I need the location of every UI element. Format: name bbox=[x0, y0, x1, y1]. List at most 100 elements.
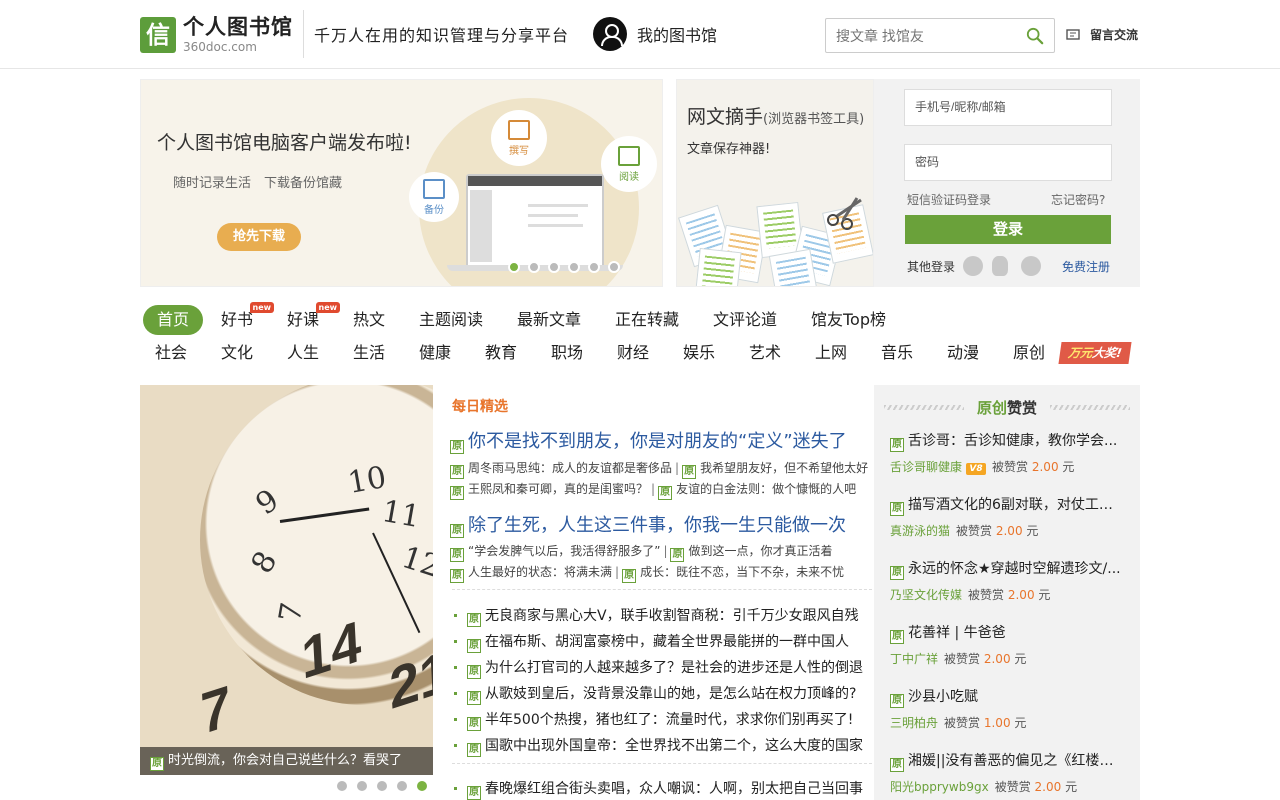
forgot-password-link[interactable]: 忘记密码? bbox=[1051, 191, 1105, 208]
original-badge: 原 bbox=[622, 569, 637, 583]
related-link[interactable]: 成长：既往不恋，当下不杂，未来不忧 bbox=[640, 565, 844, 579]
tool-title-note: (浏览器书签工具) bbox=[763, 112, 865, 127]
daily-picks-label: 每日精选 bbox=[452, 399, 508, 415]
headline-article[interactable]: 原你不是找不到朋友，你是对朋友的“定义”迷失了 bbox=[450, 427, 847, 454]
client-download-banner[interactable]: 个人图书馆电脑客户端发布啦! 随时记录生活 下载备份馆藏 抢先下载 撰写 阅读 … bbox=[140, 79, 663, 287]
site-header: 信 个人图书馆 360doc.com 千万人在用的知识管理与分享平台 我的图书馆… bbox=[0, 0, 1280, 69]
password-input[interactable]: 密码 bbox=[904, 144, 1112, 181]
nav-category[interactable]: 艺术 bbox=[749, 338, 781, 368]
my-library-link[interactable]: 我的图书馆 bbox=[593, 17, 717, 51]
search-input[interactable] bbox=[826, 19, 1016, 52]
carousel-dot[interactable] bbox=[337, 781, 347, 791]
list-item[interactable]: 原从歌妓到皇后，没背景没靠山的她，是怎么站在权力顶峰的? bbox=[454, 683, 870, 705]
carousel-dot[interactable] bbox=[397, 781, 407, 791]
headline-article[interactable]: 原除了生死，人生这三件事，你我一生只能做一次 bbox=[450, 511, 846, 538]
related-link[interactable]: 王熙凤和秦可卿，真的是闺蜜吗？ bbox=[468, 482, 648, 496]
weibo-icon[interactable] bbox=[1021, 256, 1041, 276]
nav-category[interactable]: 财经 bbox=[617, 338, 649, 368]
account-input[interactable]: 手机号/昵称/邮箱 bbox=[904, 89, 1112, 126]
nav-category[interactable]: 健康 bbox=[419, 338, 451, 368]
related-link[interactable]: 我希望朋友好，但不希望他太好 bbox=[700, 461, 868, 475]
list-item[interactable]: 原半年500个热搜，猪也红了：流量时代，求求你们别再买了! bbox=[454, 709, 870, 731]
carousel-dot[interactable] bbox=[588, 261, 600, 273]
list-item[interactable]: 原在福布斯、胡润富豪榜中，藏着全世界最能拼的一群中国人 bbox=[454, 631, 870, 653]
new-badge: new bbox=[315, 302, 341, 313]
carousel-dot[interactable] bbox=[377, 781, 387, 791]
author-link[interactable]: 三明柏舟 bbox=[890, 716, 938, 730]
carousel-dot[interactable] bbox=[417, 781, 427, 791]
nav-category[interactable]: 动漫 bbox=[947, 338, 979, 368]
author-link[interactable]: 真游泳的猫 bbox=[890, 524, 950, 538]
download-button[interactable]: 抢先下载 bbox=[217, 223, 301, 251]
reward-item[interactable]: 原湘媛||没有善恶的偏见之《红楼梦... 阳光bpprywb9gx 被赞赏 2.0… bbox=[890, 750, 1126, 795]
original-badge: 原 bbox=[890, 566, 904, 580]
related-link[interactable]: 人生最好的状态：将满未满 bbox=[468, 565, 612, 579]
reward-item[interactable]: 原花善祥 | 牛爸爸 丁中广祥 被赞赏 2.00 元 bbox=[890, 622, 1126, 667]
nav-category[interactable]: 音乐 bbox=[881, 338, 913, 368]
reward-item[interactable]: 原沙县小吃赋 三明柏舟 被赞赏 1.00 元 bbox=[890, 686, 1126, 731]
nav-reviews[interactable]: 文评论道 bbox=[713, 305, 777, 335]
nav-hot-articles[interactable]: 热文 bbox=[353, 305, 385, 335]
related-link[interactable]: 周冬雨马思纯：成人的友谊都是奢侈品 bbox=[468, 461, 672, 475]
nav-good-courses[interactable]: 好课 new bbox=[287, 302, 341, 335]
bookmark-tool-banner[interactable]: 网文摘手(浏览器书签工具) 文章保存神器! bbox=[676, 79, 874, 287]
related-links: 原人生最好的状态：将满未满 | 原成长：既往不恋，当下不杂，未来不忧 bbox=[450, 565, 845, 583]
login-button[interactable]: 登录 bbox=[905, 215, 1111, 244]
author-link[interactable]: 舌诊哥聊健康 bbox=[890, 460, 962, 474]
qq-icon[interactable] bbox=[992, 256, 1008, 276]
author-link[interactable]: 阳光bpprywb9gx bbox=[890, 780, 989, 794]
nav-category[interactable]: 社会 bbox=[155, 338, 187, 368]
logo-icon: 信 bbox=[140, 17, 176, 53]
divider bbox=[452, 589, 872, 590]
nav-top-users[interactable]: 馆友Top榜 bbox=[811, 305, 886, 335]
main-nav: 首页 好书 new 好课 new 热文 主题阅读 最新文章 正在转藏 文评论道 馆友… bbox=[140, 302, 1140, 335]
related-links: 原 “学会发脾气以后，我活得舒服多了” | 原做到这一点，你才真正活着 bbox=[450, 544, 833, 562]
related-link[interactable]: “学会发脾气以后，我活得舒服多了” bbox=[468, 544, 660, 558]
nav-reposting[interactable]: 正在转藏 bbox=[615, 305, 679, 335]
nav-home[interactable]: 首页 bbox=[143, 305, 204, 335]
backup-label: 备份 bbox=[424, 205, 444, 216]
reward-item[interactable]: 原永远的怀念★穿越时空解遗珍文/... 乃坚文化传媒 被赞赏 2.00 元 bbox=[890, 558, 1126, 603]
carousel-dot[interactable] bbox=[568, 261, 580, 273]
message-link[interactable]: 留言交流 bbox=[1066, 26, 1138, 43]
author-link[interactable]: 乃坚文化传媒 bbox=[890, 588, 962, 602]
list-item[interactable]: 原春晚爆红组合街头卖唱，众人嘲讽：人啊，别太把自己当回事 bbox=[454, 778, 870, 800]
prize-badge[interactable]: 万元大奖! bbox=[1058, 342, 1132, 364]
carousel-dot[interactable] bbox=[528, 261, 540, 273]
wechat-icon[interactable] bbox=[963, 256, 983, 276]
nav-category[interactable]: 教育 bbox=[485, 338, 517, 368]
original-badge: 原 bbox=[450, 569, 464, 583]
nav-category[interactable]: 生活 bbox=[353, 338, 385, 368]
carousel-dot[interactable] bbox=[608, 261, 620, 273]
nav-category[interactable]: 职场 bbox=[551, 338, 583, 368]
register-link[interactable]: 免费注册 bbox=[1062, 258, 1110, 275]
carousel-dot[interactable] bbox=[357, 781, 367, 791]
reward-item[interactable]: 原描写酒文化的6副对联，对仗工整... 真游泳的猫 被赞赏 2.00 元 bbox=[890, 494, 1126, 539]
list-item[interactable]: 原为什么打官司的人越来越多了？是社会的进步还是人性的倒退 bbox=[454, 657, 870, 679]
featured-caption[interactable]: 原时光倒流，你会对自己说些什么？看哭了 bbox=[140, 747, 433, 775]
featured-image[interactable]: 10 11 12 9 8 7 14 21 7 原时光倒流，你会对自己说些什么？看… bbox=[140, 385, 433, 775]
original-badge: 原 bbox=[450, 524, 464, 538]
nav-category[interactable]: 娱乐 bbox=[683, 338, 715, 368]
related-link[interactable]: 做到这一点，你才真正活着 bbox=[688, 544, 832, 558]
nav-original[interactable]: 原创 bbox=[1013, 338, 1045, 368]
related-link[interactable]: 友谊的白金法则：做个慷慨的人吧 bbox=[676, 482, 856, 496]
read-label: 阅读 bbox=[619, 172, 639, 183]
reward-item[interactable]: 原舌诊哥：舌诊知健康，教你学会... 舌诊哥聊健康 V8 被赞赏 2.00 元 bbox=[890, 430, 1126, 475]
author-link[interactable]: 丁中广祥 bbox=[890, 652, 938, 666]
list-item[interactable]: 原国歌中出现外国皇帝：全世界找不出第二个，这么大度的国家 bbox=[454, 735, 870, 757]
search-icon[interactable] bbox=[1026, 27, 1044, 45]
nav-category[interactable]: 人生 bbox=[287, 338, 319, 368]
site-logo[interactable]: 信 个人图书馆 360doc.com bbox=[140, 15, 295, 55]
carousel-dot[interactable] bbox=[548, 261, 560, 273]
nav-latest-articles[interactable]: 最新文章 bbox=[517, 305, 581, 335]
nav-category[interactable]: 上网 bbox=[815, 338, 847, 368]
list-item[interactable]: 原无良商家与黑心大V，联手收割智商税：引千万少女跟风自残 bbox=[454, 605, 870, 627]
carousel-dot[interactable] bbox=[508, 261, 520, 273]
nav-good-books[interactable]: 好书 new bbox=[221, 302, 275, 335]
original-badge: 原 bbox=[450, 486, 464, 500]
nav-category[interactable]: 文化 bbox=[221, 338, 253, 368]
sms-login-link[interactable]: 短信验证码登录 bbox=[907, 191, 991, 208]
book-icon bbox=[618, 146, 640, 166]
nav-topic-reading[interactable]: 主题阅读 bbox=[419, 305, 483, 335]
